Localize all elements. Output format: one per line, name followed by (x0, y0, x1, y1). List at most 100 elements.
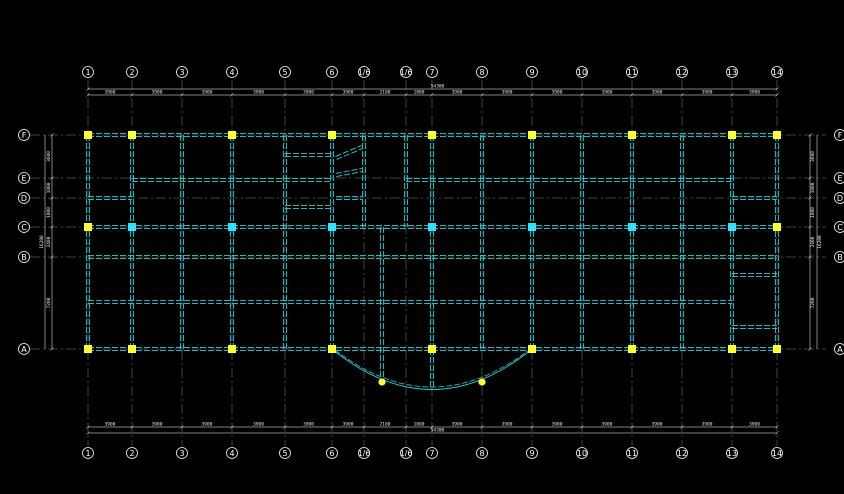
axis-bubble-label: 1/6 (400, 449, 413, 458)
axis-bubble-label: B (21, 253, 27, 262)
dim-total: 16200 (39, 235, 45, 249)
dim-value: 3900 (303, 90, 314, 96)
axis-bubble-label: 12 (677, 449, 687, 458)
axis-bubble-label: 7 (429, 68, 434, 77)
axis-bubble-label: E (21, 174, 26, 183)
structural-plan: 3900 3900 3900 3900 3900 3900 2100 1800 3900 3900… (18, 66, 844, 459)
dim-value: 3900 (452, 90, 463, 96)
dim-value: 3900 (105, 422, 116, 428)
dim-value: 2100 (380, 422, 391, 428)
axis-bubble-label: 9 (529, 449, 534, 458)
column-yellow (84, 345, 92, 353)
column-yellow (728, 131, 736, 139)
dim-value: 3900 (702, 90, 713, 96)
dim-total: 16200 (817, 235, 823, 249)
dim-value: 2400 (810, 236, 816, 247)
column-cyan (328, 223, 336, 231)
axis-bubble-label: 11 (627, 449, 637, 458)
axis-bubble-label: 5 (282, 68, 287, 77)
dim-value: 2400 (46, 236, 52, 247)
column-yellow (128, 131, 136, 139)
dim-value: 1800 (46, 207, 52, 218)
dim-value: 3900 (343, 422, 354, 428)
dim-value: 3900 (552, 422, 563, 428)
dim-value: 2100 (380, 90, 391, 96)
column-yellow (773, 223, 781, 231)
dim-value: 1800 (414, 422, 425, 428)
column-yellow (728, 345, 736, 353)
dim-value: 3900 (602, 90, 613, 96)
dim-value: 3900 (343, 90, 354, 96)
axis-bubble-label: 1/6 (358, 449, 371, 458)
axis-bubble-label: 11 (627, 68, 637, 77)
dim-value: 3900 (602, 422, 613, 428)
dim-value: 3900 (105, 90, 116, 96)
axis-bubble-label: 13 (727, 68, 737, 77)
axis-bubble-label: F (838, 131, 843, 140)
dim-value: 3900 (702, 422, 713, 428)
column-yellow (328, 131, 336, 139)
column-round (378, 378, 386, 386)
dim-value: 3900 (502, 90, 513, 96)
axis-bubble-label: 3 (179, 68, 184, 77)
axis-bubble-label: 3 (179, 449, 184, 458)
column-cyan (428, 223, 436, 231)
dim-total: 54300 (431, 428, 445, 434)
column-yellow (528, 131, 536, 139)
axis-labels: 1122334455661/61/61/61/67788991010111112… (18, 66, 844, 459)
column-yellow (528, 345, 536, 353)
axis-bubble-label: F (22, 131, 27, 140)
axis-bubble-label: 8 (479, 68, 484, 77)
dim-value: 3600 (46, 151, 52, 162)
axis-bubble-label: 4 (229, 449, 234, 458)
column-yellow (628, 131, 636, 139)
dim-value: 3900 (202, 90, 213, 96)
axis-bubble-label: 13 (727, 449, 737, 458)
column-yellow (773, 131, 781, 139)
dim-value: 7200 (46, 297, 52, 308)
dim-value: 3900 (152, 90, 163, 96)
dim-value: 3900 (552, 90, 563, 96)
dim-value: 3900 (452, 422, 463, 428)
column-cyan (528, 223, 536, 231)
axis-bubble-label: 14 (772, 449, 782, 458)
dim-value: 3900 (652, 422, 663, 428)
axis-bubble-label: 4 (229, 68, 234, 77)
axis-bubble-label: 1 (85, 449, 90, 458)
dim-value: 3900 (652, 90, 663, 96)
column-yellow (228, 131, 236, 139)
dim-value: 1800 (810, 207, 816, 218)
column-cyan (628, 223, 636, 231)
dim-value: 3900 (502, 422, 513, 428)
column-yellow (84, 223, 92, 231)
column-cyan (128, 223, 136, 231)
dim-value: 3900 (152, 422, 163, 428)
dim-value: 3600 (810, 151, 816, 162)
column-yellow (228, 345, 236, 353)
column-cyan (228, 223, 236, 231)
axis-bubble-label: B (837, 253, 843, 262)
column-cyan (728, 223, 736, 231)
axis-bubble-label: 7 (429, 449, 434, 458)
axis-bubble-label: 1 (85, 68, 90, 77)
axis-bubble-label: A (837, 345, 843, 354)
axis-bubble-label: 1/6 (358, 68, 371, 77)
axis-bubble-label: 8 (479, 449, 484, 458)
axis-bubble-label: A (21, 345, 27, 354)
axis-bubble-label: 6 (329, 68, 334, 77)
axis-bubble-label: 10 (577, 449, 587, 458)
axis-bubble-label: 10 (577, 68, 587, 77)
axis-bubble-label: 9 (529, 68, 534, 77)
axis-bubble-label: 5 (282, 449, 287, 458)
dim-value: 3900 (749, 422, 760, 428)
column-yellow (428, 345, 436, 353)
dim-value: 3900 (253, 422, 264, 428)
axis-bubble-label: C (21, 223, 27, 232)
axis-bubble-label: D (837, 194, 843, 203)
column-round (478, 378, 486, 386)
dim-value: 3900 (253, 90, 264, 96)
axis-bubble-label: 14 (772, 68, 782, 77)
dim-value: 7200 (810, 297, 816, 308)
column-yellow (128, 345, 136, 353)
column-yellow (428, 131, 436, 139)
